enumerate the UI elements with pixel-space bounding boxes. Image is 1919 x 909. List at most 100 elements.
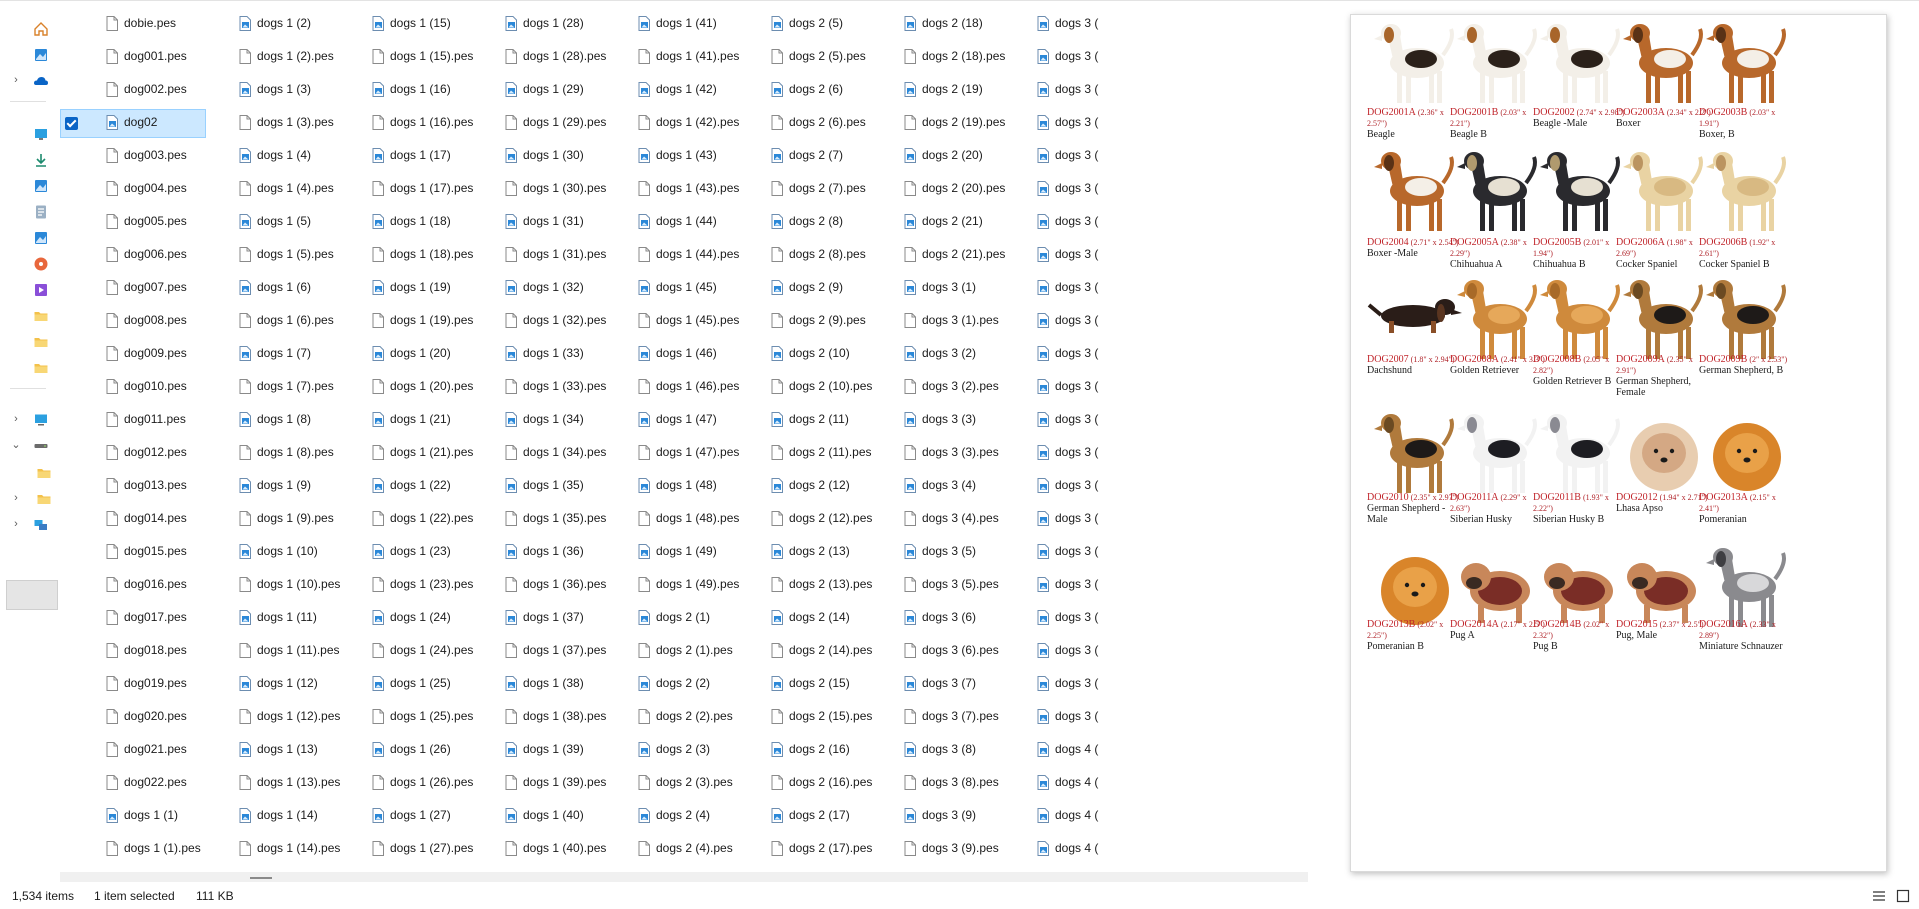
image-file-item[interactable]: dogs 3 ( [991,468,1154,501]
image-file-icon [1037,676,1049,691]
nav-item[interactable]: › [0,512,58,538]
pes-file-icon [771,643,783,658]
file-name: dogs 2 (8).pes [789,247,866,261]
folder-icon [37,495,51,504]
image-file-item[interactable]: dogs 3 ( [991,270,1154,303]
nav-item[interactable] [0,277,58,303]
file-name: dogs 1 (33) [523,346,584,360]
image-file-item[interactable]: dogs 3 ( [991,39,1154,72]
pes-file-icon [771,379,783,394]
image-file-item[interactable]: dogs 3 ( [991,72,1154,105]
pictures-icon [35,232,47,244]
nav-item[interactable] [0,173,58,199]
image-file-item[interactable]: dogs 3 ( [991,171,1154,204]
file-name: dogs 1 (45) [656,280,717,294]
image-file-icon [372,16,384,31]
nav-item[interactable] [0,303,58,329]
image-file-item[interactable]: dogs 3 ( [991,534,1154,567]
pes-file-icon [372,313,384,328]
pes-file-icon [771,841,783,856]
folder-icon [34,338,48,347]
nav-item[interactable]: › [0,407,58,433]
image-file-item[interactable]: dogs 3 ( [991,435,1154,468]
nav-item[interactable] [0,225,58,251]
pes-file-icon [106,610,118,625]
image-file-icon [771,478,783,493]
file-name: dogs 1 (9) [257,478,312,492]
horizontal-scrollbar[interactable] [60,872,1308,882]
nav-item[interactable] [0,460,58,486]
image-file-icon [904,676,916,691]
nav-item[interactable]: ⌄ [0,433,58,459]
image-file-item[interactable]: dogs 3 ( [991,699,1154,732]
image-file-item[interactable]: dogs 3 ( [991,6,1154,39]
image-file-icon [771,742,783,757]
dog-name: Miniature Schnauzer [1699,641,1783,652]
expand-chevron-icon[interactable]: › [10,73,22,87]
image-file-item[interactable]: dogs 3 ( [991,633,1154,666]
dog-code: DOG2012 [1616,492,1658,503]
pes-file-icon [904,577,916,592]
file-list-view[interactable]: dobie.pes dog001.pes dog002.pes dog02 dog003… [60,6,1308,872]
details-view-icon[interactable] [1872,889,1886,903]
file-name: dog015.pes [124,544,187,558]
pes-file-icon [106,313,118,328]
nav-item[interactable] [0,355,58,381]
navigation-pane[interactable]: › › ⌄ › › [0,6,58,875]
file-name: dogs 2 (10) [789,346,850,360]
pes-file-icon [904,313,916,328]
pes-file-icon [239,181,251,196]
image-file-item[interactable]: dogs 4 ( [991,732,1154,765]
expand-chevron-icon[interactable]: › [10,491,22,505]
file-name: dog012.pes [124,445,187,459]
expand-chevron-icon[interactable]: › [10,517,22,531]
image-file-item[interactable]: dogs 4 ( [991,765,1154,798]
scrollbar-thumb[interactable] [250,877,272,879]
image-file-item[interactable]: dogs 3 ( [991,501,1154,534]
image-file-item[interactable]: dogs 3 ( [991,204,1154,237]
nav-item[interactable] [0,199,58,225]
nav-item[interactable] [0,16,58,42]
file-name: dogs 1 (7) [257,346,312,360]
image-file-item[interactable]: dogs 3 ( [991,666,1154,699]
image-file-icon [904,742,916,757]
image-file-icon [505,676,517,691]
dog-code: DOG2009A [1616,354,1665,365]
image-file-item[interactable]: dogs 3 ( [991,369,1154,402]
image-file-item[interactable]: dogs 3 ( [991,237,1154,270]
nav-selected-drive-item[interactable] [6,580,58,610]
nav-item[interactable] [0,42,58,68]
image-file-item[interactable]: dogs 3 ( [991,600,1154,633]
image-file-icon [505,544,517,559]
nav-item[interactable]: › [0,68,58,94]
nav-item[interactable]: › [0,486,58,512]
image-file-item[interactable]: dogs 3 ( [991,402,1154,435]
nav-item[interactable] [0,329,58,355]
image-file-icon [904,214,916,229]
expand-chevron-icon[interactable]: › [10,412,22,426]
image-file-item[interactable]: dogs 4 ( [991,798,1154,831]
image-file-item[interactable]: dogs 4 ( [991,831,1154,864]
image-file-icon [638,478,650,493]
nav-item[interactable] [0,147,58,173]
large-icons-view-icon[interactable] [1896,889,1910,903]
image-file-item[interactable]: dogs 3 ( [991,105,1154,138]
nav-item[interactable] [0,251,58,277]
image-file-item[interactable]: dogs 3 ( [991,567,1154,600]
image-file-icon [372,82,384,97]
expand-chevron-icon[interactable]: ⌄ [10,438,22,452]
folder-icon [34,364,48,373]
image-file-item[interactable]: dogs 3 ( [991,138,1154,171]
image-file-icon [1037,610,1049,625]
image-file-item[interactable]: dogs 3 ( [991,336,1154,369]
nav-item[interactable] [0,121,58,147]
file-name: dog017.pes [124,610,187,624]
dog-caption: DOG2006B (1.92" x 2.61") Cocker Spaniel B [1699,237,1795,270]
file-name: dogs 2 (1).pes [656,643,733,657]
file-name: dogs 3 ( [1055,412,1099,426]
selection-checkbox[interactable] [65,117,78,130]
image-file-icon [239,676,251,691]
file-name: dogs 1 (4).pes [257,181,334,195]
image-file-item[interactable]: dogs 3 ( [991,303,1154,336]
onedrive-cloud-icon [34,77,48,85]
